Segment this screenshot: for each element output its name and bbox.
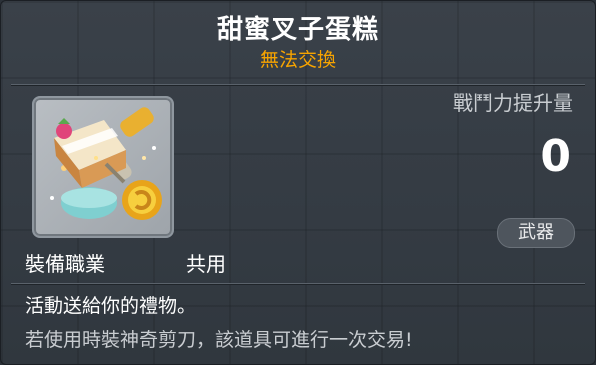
- divider-top: [11, 84, 585, 85]
- description-line-1: 活動送給你的禮物。: [25, 295, 197, 317]
- item-tooltip: 甜蜜叉子蛋糕 無法交換 戰鬥力提升量 0 武器 裝備職業 共用 活動送給你的禮物…: [0, 0, 596, 365]
- fork-cake-icon: [50, 107, 162, 220]
- power-increase-label: 戰鬥力提升量: [453, 91, 573, 115]
- equip-job-value: 共用: [186, 252, 226, 276]
- divider-bottom: [11, 283, 585, 284]
- item-name: 甜蜜叉子蛋糕: [216, 15, 379, 45]
- item-icon-frame: [32, 96, 174, 238]
- power-increase-value: 0: [540, 131, 571, 182]
- equip-job-label: 裝備職業: [25, 252, 105, 276]
- trade-status: 無法交換: [259, 49, 336, 71]
- category-badge: 武器: [497, 218, 575, 248]
- description-line-2: 若使用時裝神奇剪刀，該道具可進行一次交易!: [25, 329, 413, 351]
